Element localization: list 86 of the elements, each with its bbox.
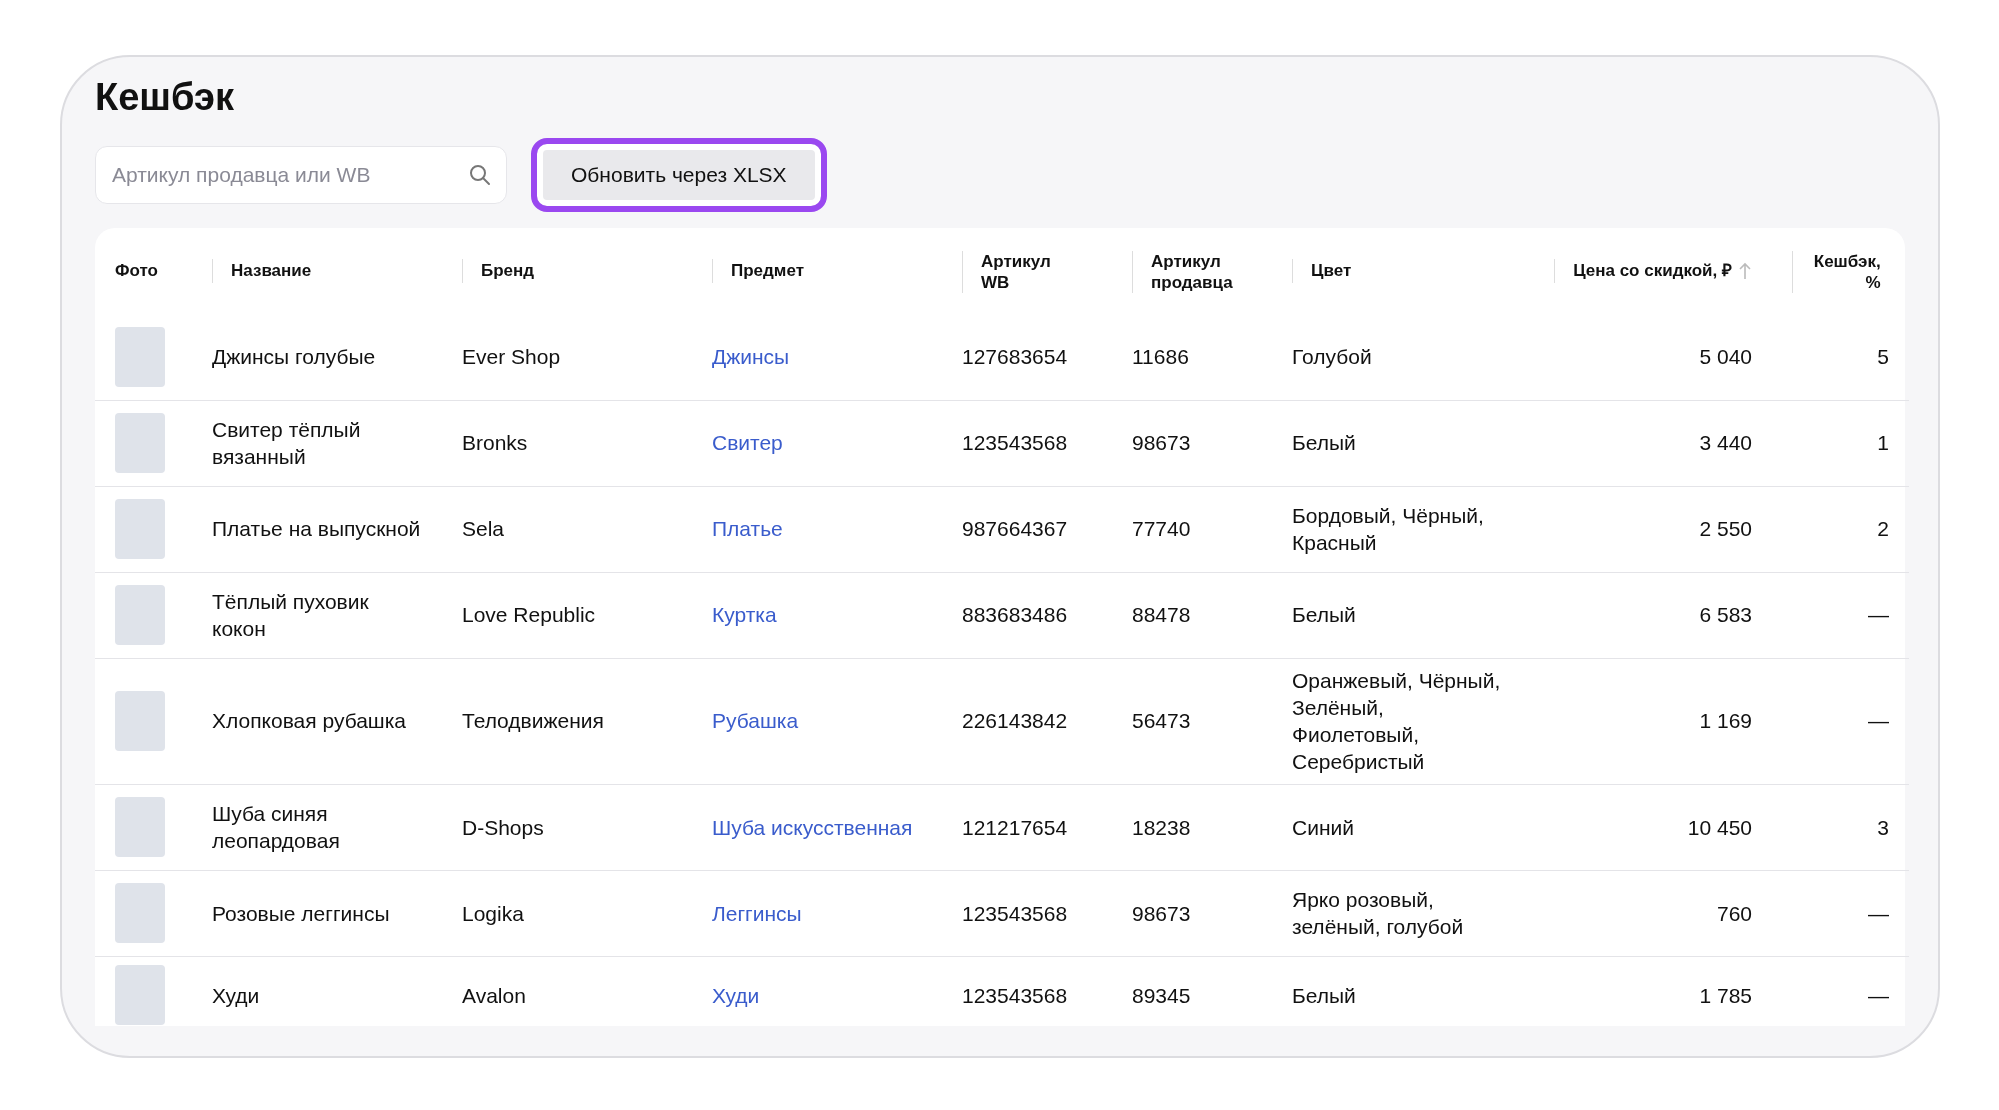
price-cell: 1 785 — [1699, 983, 1752, 1007]
column-header[interactable]: Цена со скидкой, ₽ — [1573, 260, 1732, 282]
product-name: Платье на выпускной — [212, 517, 421, 541]
price-cell: 10 450 — [1687, 815, 1752, 839]
brand-cell: Avalon — [462, 983, 526, 1007]
wb-article-cell: 123543568 — [962, 901, 1068, 925]
product-name: Шуба синяя леопардовая — [212, 801, 340, 853]
column-header[interactable]: Кешбэк, % — [1811, 250, 1881, 294]
price-cell: 3 440 — [1699, 431, 1752, 455]
product-name: Хлопковая рубашка — [212, 709, 407, 733]
price-cell: 2 550 — [1699, 517, 1752, 541]
colour-cell: Белый — [1292, 983, 1356, 1007]
cashback-cell: — — [1868, 603, 1889, 627]
photo-placeholder — [115, 326, 165, 387]
seller-article-cell: 98673 — [1132, 431, 1191, 455]
seller-article-cell: 18238 — [1132, 815, 1191, 839]
column-header[interactable]: Предмет — [731, 260, 804, 282]
seller-article-cell: 11686 — [1132, 345, 1189, 369]
price-cell: 6 583 — [1699, 603, 1752, 627]
photo-placeholder — [115, 797, 165, 858]
product-name: Джинсы голубые — [212, 345, 376, 369]
search-field[interactable]: Артикул продавца или WB — [95, 146, 507, 204]
photo-placeholder — [115, 883, 165, 944]
brand-cell: Ever Shop — [462, 345, 561, 369]
product-name: Розовые леггинсы — [212, 901, 390, 925]
photo-placeholder — [115, 499, 165, 559]
subject-link[interactable]: Худи — [712, 983, 760, 1007]
subject-link[interactable]: Свитер — [712, 431, 783, 455]
colour-cell: Ярко розовый, зелёный, голубой — [1292, 887, 1464, 939]
wb-article-cell: 123543568 — [962, 431, 1068, 455]
column-header[interactable]: Название — [231, 260, 312, 282]
colour-cell: Оранжевый, Чёрный, Зелёный, Фиолетовый, Серебристый — [1292, 668, 1501, 774]
photo-placeholder — [115, 691, 165, 752]
seller-article-cell: 56473 — [1132, 709, 1191, 733]
colour-cell: Синий — [1292, 815, 1354, 839]
colour-cell: Голубой — [1292, 345, 1372, 369]
photo-placeholder — [115, 413, 165, 473]
cashback-cell: — — [1868, 709, 1889, 733]
page-title: Кешбэк — [95, 75, 235, 120]
cashback-cell: — — [1868, 983, 1889, 1007]
column-header[interactable]: Артикул продавца — [1151, 250, 1239, 294]
sort-arrow-icon[interactable] — [1738, 261, 1752, 280]
product-name: Худи — [212, 983, 260, 1007]
wb-article-cell: 121217654 — [962, 815, 1068, 839]
wb-article-cell: 226143842 — [962, 709, 1068, 733]
column-header[interactable]: Артикул WB — [981, 250, 1074, 294]
column-header[interactable]: Фото — [115, 260, 158, 282]
seller-article-cell: 88478 — [1132, 603, 1191, 627]
product-name: Тёплый пуховик кокон — [212, 589, 369, 640]
brand-cell: Logika — [462, 901, 524, 925]
seller-article-cell: 77740 — [1132, 517, 1191, 541]
price-cell: 760 — [1716, 901, 1752, 925]
photo-placeholder — [115, 585, 165, 645]
subject-link[interactable]: Рубашка — [712, 709, 799, 733]
colour-cell: Бордовый, Чёрный, Красный — [1292, 503, 1484, 554]
cashback-cell: 3 — [1877, 815, 1889, 839]
seller-article-cell: 89345 — [1132, 983, 1191, 1007]
column-header[interactable]: Цвет — [1311, 260, 1352, 282]
product-name: Свитер тёплый вязанный — [212, 417, 361, 468]
wb-article-cell: 123543568 — [962, 983, 1068, 1007]
colour-cell: Белый — [1292, 431, 1356, 455]
wb-article-cell: 883683486 — [962, 603, 1068, 627]
colour-cell: Белый — [1292, 603, 1356, 627]
subject-link[interactable]: Платье — [712, 517, 783, 541]
price-cell: 5 040 — [1699, 345, 1752, 369]
cashback-cell: 2 — [1877, 517, 1889, 541]
cashback-cell: — — [1868, 901, 1889, 925]
column-header[interactable]: Бренд — [481, 260, 535, 282]
cashback-cell: 5 — [1877, 345, 1889, 369]
photo-placeholder — [115, 965, 165, 1026]
brand-cell: D-Shops — [462, 815, 544, 839]
price-cell: 1 169 — [1699, 709, 1752, 733]
brand-cell: Телодвижения — [462, 709, 604, 733]
wb-article-cell: 127683654 — [962, 345, 1068, 369]
brand-cell: Love Republic — [462, 603, 596, 627]
cashback-cell: 1 — [1877, 431, 1889, 455]
search-icon — [469, 164, 491, 186]
subject-link[interactable]: Леггинсы — [712, 901, 802, 925]
subject-link[interactable]: Куртка — [712, 603, 777, 627]
subject-link[interactable]: Шуба искусственная — [712, 815, 913, 839]
subject-link[interactable]: Джинсы — [712, 345, 790, 369]
wb-article-cell: 987664367 — [962, 517, 1068, 541]
brand-cell: Sela — [462, 517, 505, 541]
update-button[interactable]: Обновить через XLSX — [531, 138, 827, 212]
brand-cell: Bronks — [462, 431, 528, 455]
seller-article-cell: 98673 — [1132, 901, 1191, 925]
